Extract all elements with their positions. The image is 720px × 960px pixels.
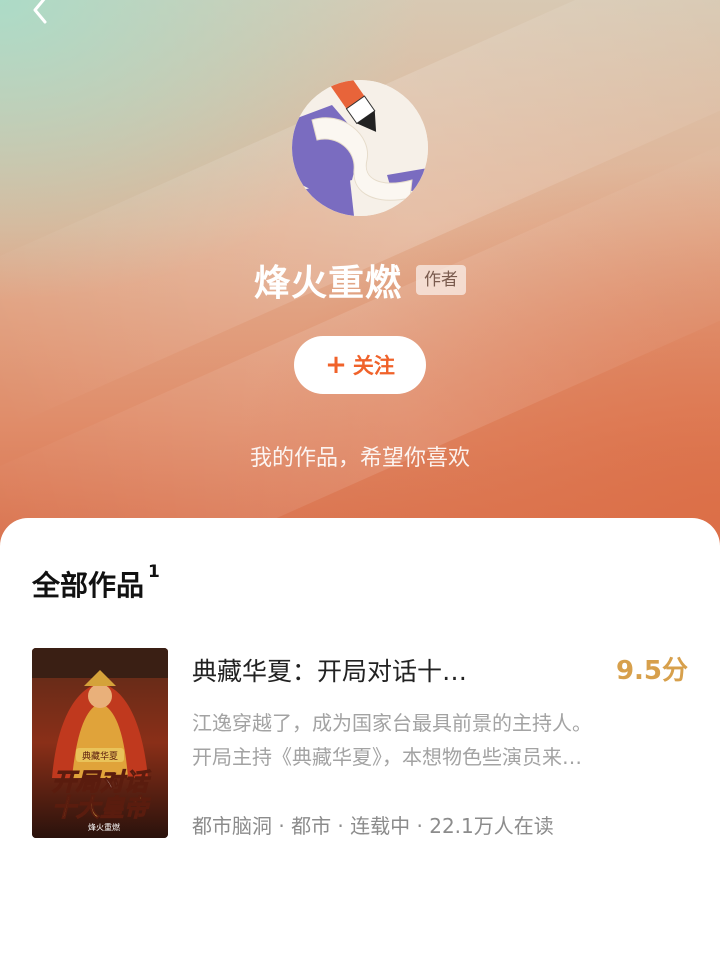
follow-label: 关注 bbox=[352, 354, 395, 378]
author-bio: 我的作品，希望你喜欢 bbox=[249, 446, 470, 471]
cover-small-title: 典藏华夏 bbox=[82, 750, 118, 762]
works-section-title: 全部作品 1 bbox=[32, 562, 160, 604]
book-cover-art: 典藏华夏 开局对话 十大皇帝 烽火重燃 bbox=[32, 648, 168, 838]
book-description-line: 开局主持《典藏华夏》，本想物色些演员来… bbox=[192, 745, 582, 769]
book-description: 江逸穿越了，成为国家台最具前景的主持人。 开局主持《典藏华夏》，本想物色些演员来… bbox=[192, 706, 682, 774]
pen-paper-avatar-icon bbox=[292, 80, 428, 216]
book-title[interactable]: 典藏华夏：开局对话十… bbox=[192, 652, 552, 688]
book-description-line: 江逸穿越了，成为国家台最具前景的主持人。 bbox=[192, 711, 592, 735]
plus-icon: + bbox=[325, 350, 347, 380]
cover-big-line1: 开局对话 bbox=[52, 768, 152, 796]
works-panel: 全部作品 1 典藏华夏 开局对话 十大皇帝 烽火重燃 典藏华夏：开局对话十… 9… bbox=[0, 518, 720, 960]
cover-big-line2: 十大皇帝 bbox=[52, 794, 151, 822]
author-badge: 作者 bbox=[416, 265, 466, 295]
follow-button[interactable]: + 关注 bbox=[294, 336, 426, 394]
book-score: 9.5分 bbox=[615, 656, 688, 686]
book-cover[interactable]: 典藏华夏 开局对话 十大皇帝 烽火重燃 bbox=[32, 648, 168, 838]
book-meta: 都市脑洞 · 都市 · 连载中 · 22.1万人在读 bbox=[192, 814, 554, 838]
works-title: 全部作品 bbox=[32, 569, 145, 602]
author-name: 烽火重燃 bbox=[253, 263, 402, 304]
author-name-row: 烽火重燃 作者 bbox=[0, 252, 720, 308]
avatar bbox=[292, 80, 428, 216]
works-count: 1 bbox=[148, 562, 160, 582]
cover-author: 烽火重燃 bbox=[88, 822, 120, 832]
book-card[interactable]: 典藏华夏 开局对话 十大皇帝 烽火重燃 典藏华夏：开局对话十… 9.5分 江逸穿… bbox=[32, 646, 688, 840]
chevron-left-icon[interactable] bbox=[26, 0, 56, 24]
profile-header: 烽火重燃 作者 + 关注 我的作品，希望你喜欢 bbox=[0, 0, 720, 560]
